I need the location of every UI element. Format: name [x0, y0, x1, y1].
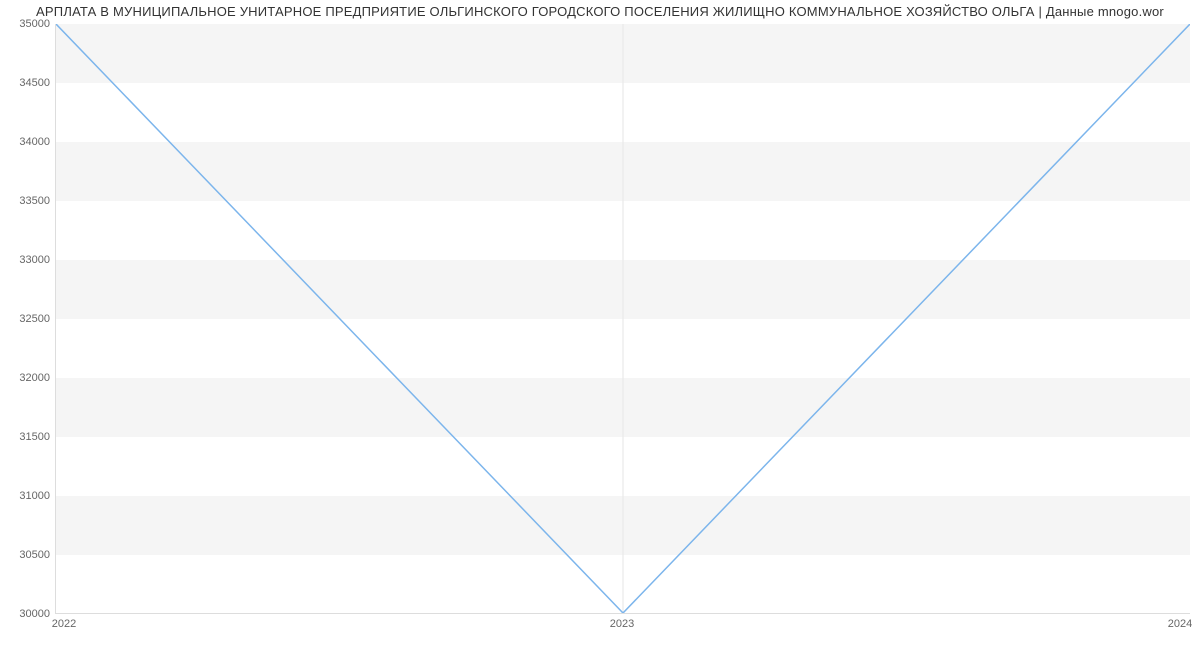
y-tick: 31000 [19, 490, 50, 502]
y-tick: 34500 [19, 77, 50, 89]
y-tick: 32000 [19, 372, 50, 384]
y-tick: 30000 [19, 608, 50, 620]
y-tick: 33500 [19, 195, 50, 207]
plot-area [55, 24, 1190, 614]
x-tick: 2022 [52, 618, 76, 630]
chart-title: АРПЛАТА В МУНИЦИПАЛЬНОЕ УНИТАРНОЕ ПРЕДПР… [0, 0, 1200, 19]
y-tick: 33000 [19, 254, 50, 266]
chart-svg [56, 24, 1190, 613]
y-tick: 35000 [19, 18, 50, 30]
chart-area: 35000 34500 34000 33500 33000 32500 3200… [0, 24, 1200, 634]
x-tick: 2023 [610, 618, 634, 630]
y-tick: 32500 [19, 313, 50, 325]
y-tick: 30500 [19, 549, 50, 561]
y-tick: 34000 [19, 136, 50, 148]
x-tick: 2024 [1168, 618, 1192, 630]
y-tick: 31500 [19, 431, 50, 443]
